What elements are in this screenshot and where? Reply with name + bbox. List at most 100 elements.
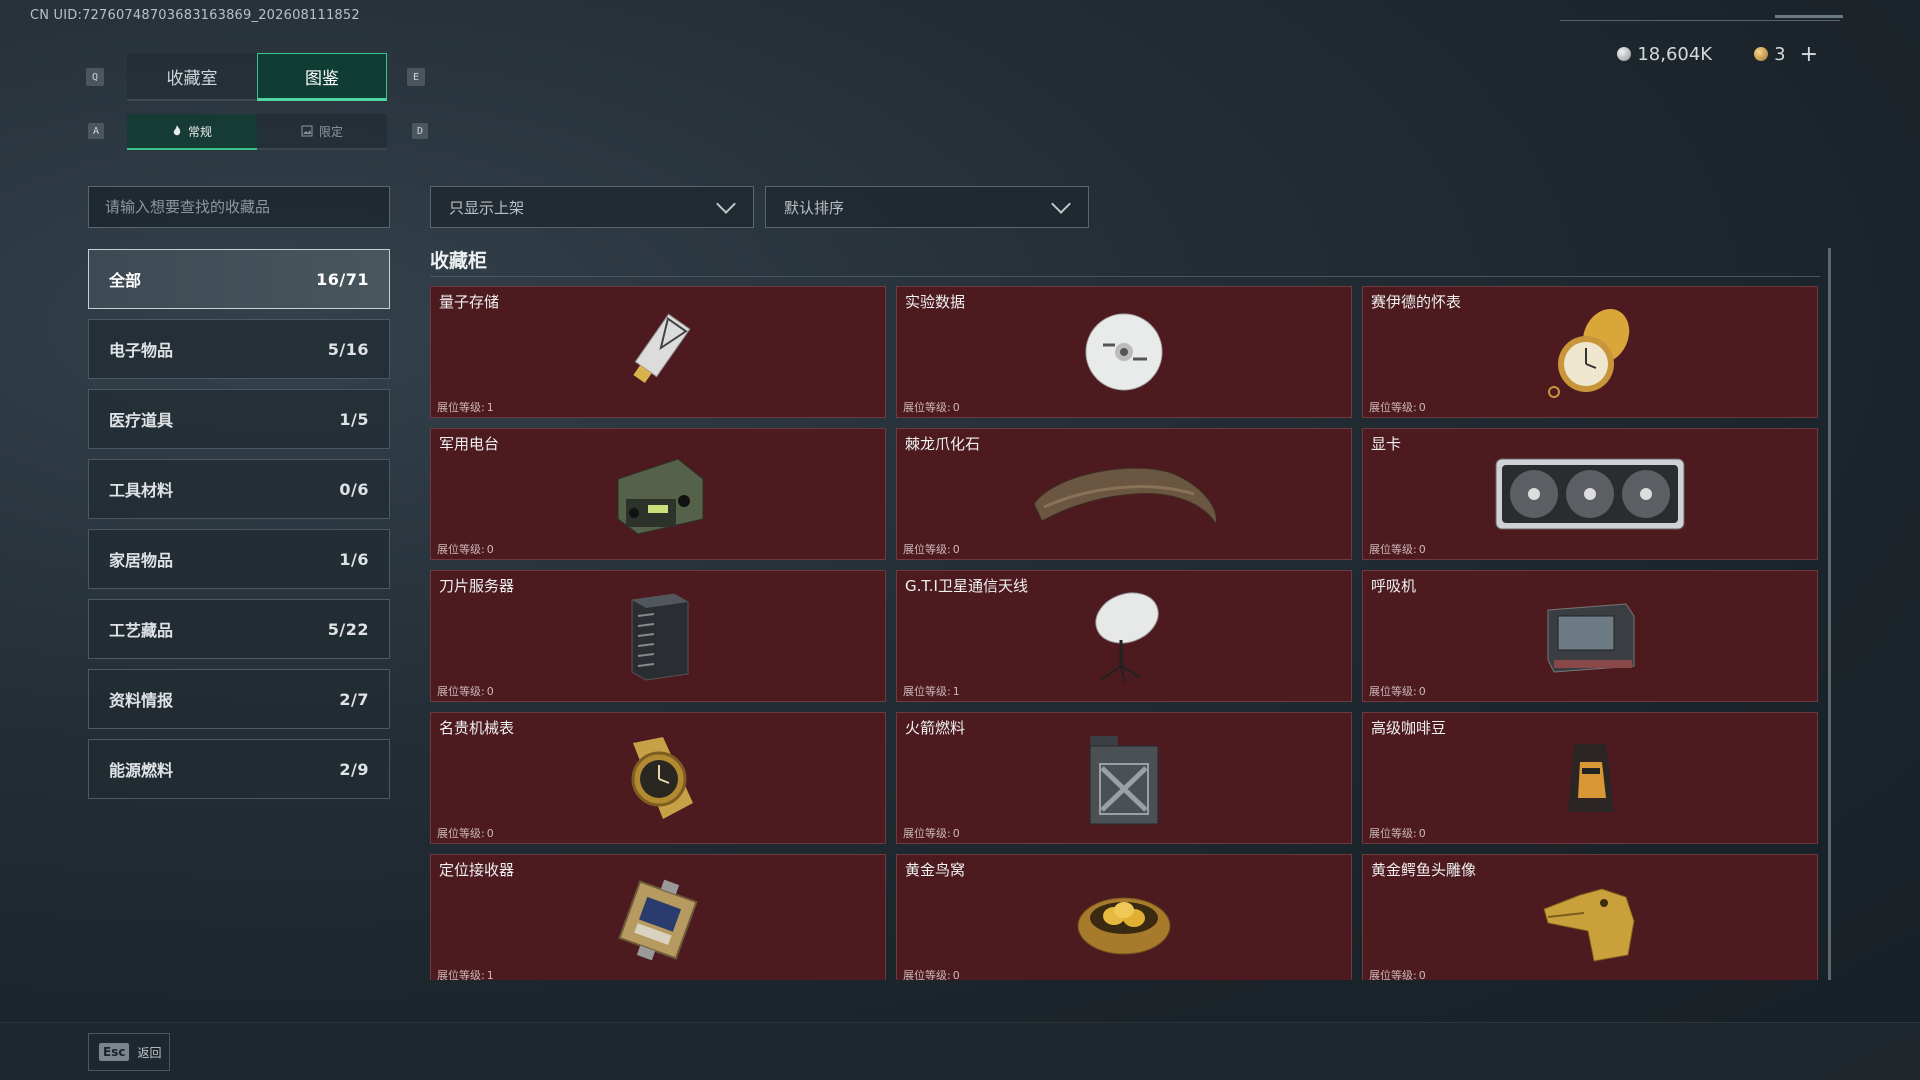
category-crafts[interactable]: 工艺藏品 5/22 — [88, 599, 390, 659]
booth-level: 展位等级: 1 — [903, 685, 960, 698]
key-hint-a: A — [88, 123, 104, 139]
collection-card[interactable]: 实验数据 展位等级: 0 — [896, 286, 1352, 418]
category-count: 16/71 — [316, 269, 369, 289]
booth-level: 展位等级: 1 — [437, 401, 494, 414]
category-count: 1/5 — [339, 409, 369, 429]
sort-dropdown[interactable]: 默认排序 — [765, 186, 1089, 228]
item-name: 定位接收器 — [439, 861, 515, 879]
gold-currency: 3 — [1754, 44, 1786, 65]
category-label: 工艺藏品 — [109, 621, 174, 640]
collection-card[interactable]: 棘龙爪化石 展位等级: 0 — [896, 428, 1352, 560]
category-label: 工具材料 — [109, 481, 174, 500]
item-name: 黄金鸟窝 — [905, 861, 966, 879]
booth-level: 展位等级: 0 — [903, 401, 960, 414]
gold-coin-icon — [1754, 47, 1769, 61]
tab-collection-room[interactable]: 收藏室 — [127, 53, 257, 101]
chevron-down-icon — [1051, 194, 1071, 214]
booth-level: 展位等级: 0 — [437, 827, 494, 840]
tab-codex[interactable]: 图鉴 — [257, 53, 387, 101]
subtab-regular[interactable]: 常规 — [127, 114, 257, 150]
back-button[interactable]: Esc 返回 — [88, 1033, 170, 1071]
bottom-bar — [0, 1022, 1920, 1080]
collection-card[interactable]: 名贵机械表 展位等级: 0 — [430, 712, 886, 844]
military-radio-icon — [603, 446, 713, 542]
category-energy[interactable]: 能源燃料 2/9 — [88, 739, 390, 799]
item-name: G.T.I卫星通信天线 — [905, 577, 1028, 595]
booth-level: 展位等级: 0 — [437, 543, 494, 556]
category-all[interactable]: 全部 16/71 — [88, 249, 390, 309]
image-icon — [301, 125, 313, 137]
booth-level: 展位等级: 0 — [1369, 827, 1426, 840]
collection-card[interactable]: 黄金鳄鱼头雕像 展位等级: 0 — [1362, 854, 1818, 980]
collection-grid: 量子存储 展位等级: 1 实验数据 展位等级: 0 赛伊德的怀表 展位等级: 0 军用… — [430, 286, 1820, 980]
category-tools[interactable]: 工具材料 0/6 — [88, 459, 390, 519]
search-input[interactable] — [88, 186, 390, 228]
item-name: 黄金鳄鱼头雕像 — [1371, 861, 1477, 879]
scrollbar[interactable] — [1828, 248, 1831, 980]
category-count: 5/16 — [327, 339, 369, 359]
sub-tabs: 常规 限定 — [127, 114, 387, 150]
item-name: 显卡 — [1371, 435, 1402, 453]
category-count: 5/22 — [327, 619, 369, 639]
section-title: 收藏柜 — [430, 250, 488, 272]
item-name: 赛伊德的怀表 — [1371, 293, 1462, 311]
category-label: 能源燃料 — [109, 761, 174, 780]
ventilator-icon — [1535, 588, 1645, 684]
flame-icon — [173, 125, 181, 136]
disc-icon — [1069, 304, 1179, 400]
category-label: 全部 — [109, 271, 142, 290]
collection-card[interactable]: 刀片服务器 展位等级: 0 — [430, 570, 886, 702]
category-label: 医疗道具 — [109, 411, 174, 430]
claw-fossil-icon — [1024, 446, 1224, 542]
booth-level: 展位等级: 0 — [903, 969, 960, 980]
category-household[interactable]: 家居物品 1/6 — [88, 529, 390, 589]
collection-card[interactable]: 量子存储 展位等级: 1 — [430, 286, 886, 418]
collection-card[interactable]: 显卡 展位等级: 0 — [1362, 428, 1818, 560]
golden-nest-icon — [1069, 872, 1179, 968]
esc-key-hint: Esc — [99, 1043, 130, 1061]
category-count: 0/6 — [339, 479, 369, 499]
category-count: 2/7 — [339, 689, 369, 709]
pocket-watch-icon — [1535, 304, 1645, 400]
main-tabs: 收藏室 图鉴 — [127, 53, 387, 101]
key-hint-e: E — [407, 68, 425, 86]
collection-card[interactable]: 呼吸机 展位等级: 0 — [1362, 570, 1818, 702]
item-name: 高级咖啡豆 — [1371, 719, 1447, 737]
collection-card[interactable]: 高级咖啡豆 展位等级: 0 — [1362, 712, 1818, 844]
collection-card[interactable]: 火箭燃料 展位等级: 0 — [896, 712, 1352, 844]
booth-level: 展位等级: 0 — [903, 543, 960, 556]
subtab-regular-label: 常规 — [187, 124, 212, 139]
back-label: 返回 — [137, 1045, 162, 1060]
collection-card[interactable]: 赛伊德的怀表 展位等级: 0 — [1362, 286, 1818, 418]
category-intel[interactable]: 资料情报 2/7 — [88, 669, 390, 729]
golden-croc-statue-icon — [1535, 872, 1645, 968]
section-divider — [430, 276, 1820, 277]
add-currency-button[interactable]: + — [1800, 42, 1818, 67]
shelf-filter-dropdown[interactable]: 只显示上架 — [430, 186, 754, 228]
item-name: 军用电台 — [439, 435, 500, 453]
category-label: 家居物品 — [109, 551, 174, 570]
booth-level: 展位等级: 1 — [437, 969, 494, 980]
shelf-filter-value: 只显示上架 — [449, 198, 525, 217]
collection-card[interactable]: 军用电台 展位等级: 0 — [430, 428, 886, 560]
graphics-card-icon — [1490, 446, 1690, 542]
collection-card[interactable]: 黄金鸟窝 展位等级: 0 — [896, 854, 1352, 980]
category-count: 2/9 — [339, 759, 369, 779]
collection-card[interactable]: G.T.I卫星通信天线 展位等级: 1 — [896, 570, 1352, 702]
subtab-limited-label: 限定 — [318, 124, 343, 139]
item-name: 火箭燃料 — [905, 719, 966, 737]
category-medical[interactable]: 医疗道具 1/5 — [88, 389, 390, 449]
key-hint-q: Q — [86, 68, 104, 86]
collection-card[interactable]: 定位接收器 展位等级: 1 — [430, 854, 886, 980]
category-list: 全部 16/71 电子物品 5/16 医疗道具 1/5 工具材料 0/6 家居物… — [88, 249, 390, 809]
booth-level: 展位等级: 0 — [1369, 685, 1426, 698]
currency-bar: 18,604K 3 + — [1617, 42, 1818, 67]
booth-level: 展位等级: 0 — [1369, 969, 1426, 980]
subtab-limited[interactable]: 限定 — [257, 114, 387, 150]
uid-label: CN UID:7276074870368316386​9_20260811185… — [30, 8, 360, 23]
sort-value: 默认排序 — [784, 198, 845, 217]
collection-grid-viewport: 量子存储 展位等级: 1 实验数据 展位等级: 0 赛伊德的怀表 展位等级: 0 军用… — [430, 286, 1820, 980]
category-electronics[interactable]: 电子物品 5/16 — [88, 319, 390, 379]
booth-level: 展位等级: 0 — [903, 827, 960, 840]
category-label: 资料情报 — [109, 691, 174, 710]
